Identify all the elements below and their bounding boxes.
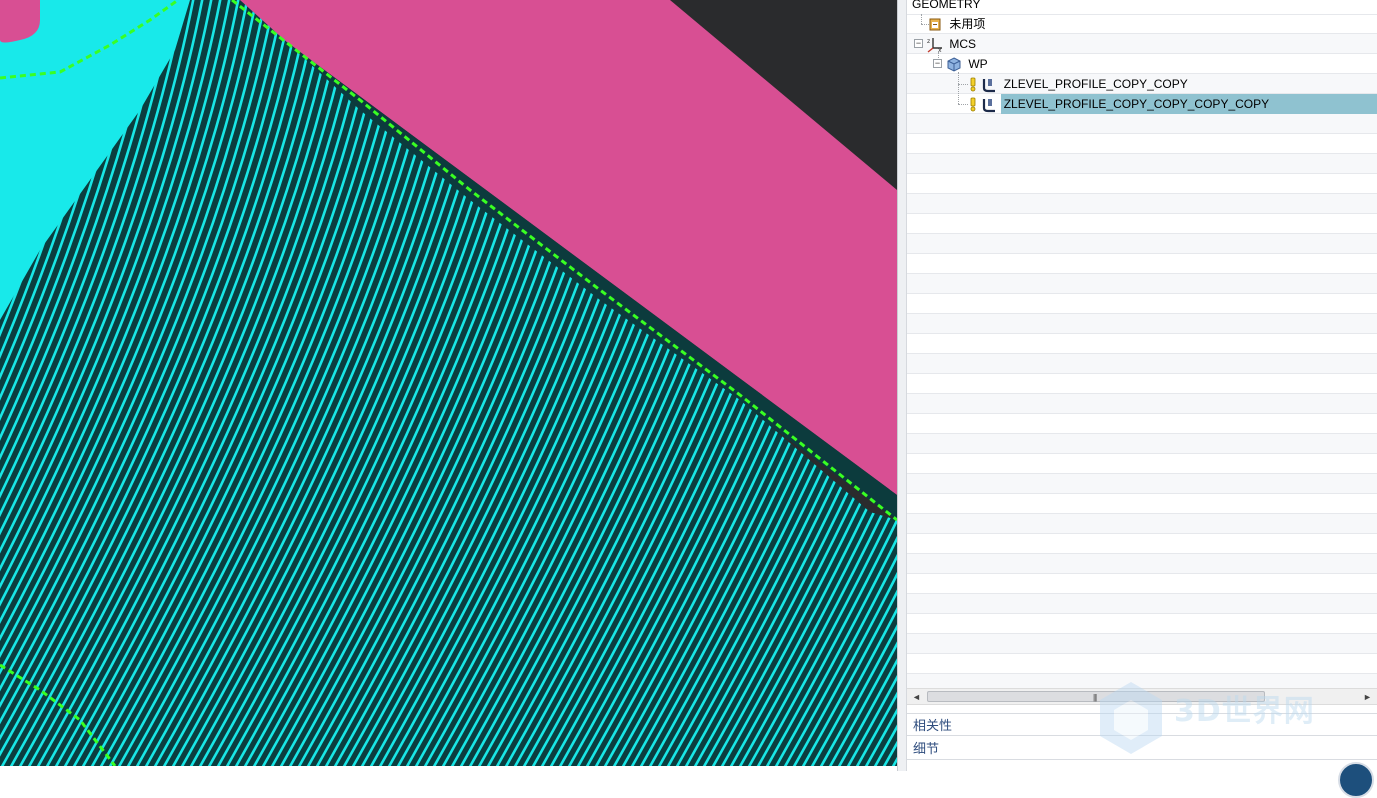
zlevel-operation-icon <box>981 94 997 114</box>
workpiece-icon <box>946 54 962 74</box>
toolpath-render <box>0 0 897 766</box>
tree-row <box>907 634 1377 654</box>
tree-row <box>907 654 1377 674</box>
tree-row <box>907 134 1377 154</box>
tree-row <box>907 214 1377 234</box>
expander-wp[interactable]: − <box>933 59 942 68</box>
tree-row <box>907 314 1377 334</box>
corner-badge-icon <box>1338 762 1374 798</box>
tree-item-unused[interactable]: 未用项 <box>927 14 988 34</box>
tree-row <box>907 574 1377 594</box>
geometry-root-label: GEOMETRY <box>912 0 981 11</box>
tree-connector <box>958 72 959 104</box>
tree-item-label: WP <box>968 57 988 71</box>
geometry-root[interactable]: GEOMETRY <box>912 0 983 14</box>
warning-icon <box>968 94 978 114</box>
tree-item-label: ZLEVEL_PROFILE_COPY_COPY_COPY_COPY <box>1000 94 1377 114</box>
graphics-viewport[interactable] <box>0 0 897 766</box>
tree-row <box>907 514 1377 534</box>
tree-connector <box>921 14 922 24</box>
tree-item-label: 未用项 <box>949 17 986 31</box>
tree-row <box>907 614 1377 634</box>
tree-item-operation-2[interactable]: ZLEVEL_PROFILE_COPY_COPY_COPY_COPY <box>968 94 1377 114</box>
tree-row <box>907 454 1377 474</box>
tree-connector <box>958 84 968 85</box>
tree-connector <box>958 104 968 105</box>
tree-row <box>907 494 1377 514</box>
tree-row <box>907 434 1377 454</box>
tree-row <box>907 374 1377 394</box>
tree-row <box>907 254 1377 274</box>
svg-text:z: z <box>927 38 930 45</box>
zlevel-operation-icon <box>981 74 997 94</box>
tree-item-mcs[interactable]: zx MCS <box>927 34 979 54</box>
tree-row <box>907 334 1377 354</box>
navigator-header-row: GEOMETRY <box>907 0 1377 15</box>
tree-row <box>907 174 1377 194</box>
tree-row <box>907 194 1377 214</box>
scroll-thumb[interactable]: ||| <box>927 691 1265 702</box>
tree-item-operation-1[interactable]: ZLEVEL_PROFILE_COPY_COPY <box>968 74 1191 94</box>
expander-mcs[interactable]: − <box>914 39 923 48</box>
mcs-coordinate-icon: zx <box>927 34 943 54</box>
tree-row <box>907 394 1377 414</box>
tree-row <box>907 294 1377 314</box>
tree-row <box>907 594 1377 614</box>
scroll-grip: ||| <box>1093 693 1097 702</box>
tree-row <box>907 154 1377 174</box>
horizontal-scrollbar[interactable]: ◄ ||| ► <box>907 688 1377 705</box>
tree-row <box>907 474 1377 494</box>
svg-text:x: x <box>938 47 942 54</box>
tree-row <box>907 534 1377 554</box>
tree-row <box>907 274 1377 294</box>
tree-row <box>907 234 1377 254</box>
scroll-left-button[interactable]: ◄ <box>909 690 924 704</box>
tree-item-label: ZLEVEL_PROFILE_COPY_COPY <box>1003 77 1188 91</box>
operation-navigator: GEOMETRY 未用项 − zx MCS − WP ZLEVEL_PROFIL… <box>907 0 1377 771</box>
unused-items-icon <box>927 14 943 34</box>
scroll-right-button[interactable]: ► <box>1360 690 1375 704</box>
tree-item-label: MCS <box>949 37 977 51</box>
panel-splitter[interactable] <box>897 0 907 771</box>
tree-item-wp[interactable]: WP <box>946 54 991 74</box>
warning-icon <box>968 74 978 94</box>
tree-row <box>907 354 1377 374</box>
dependencies-panel-header[interactable]: 相关性 <box>907 713 1377 736</box>
tree-row <box>907 554 1377 574</box>
tree-row <box>907 414 1377 434</box>
details-panel-header[interactable]: 细节 <box>907 737 1377 760</box>
tree-row <box>907 114 1377 134</box>
